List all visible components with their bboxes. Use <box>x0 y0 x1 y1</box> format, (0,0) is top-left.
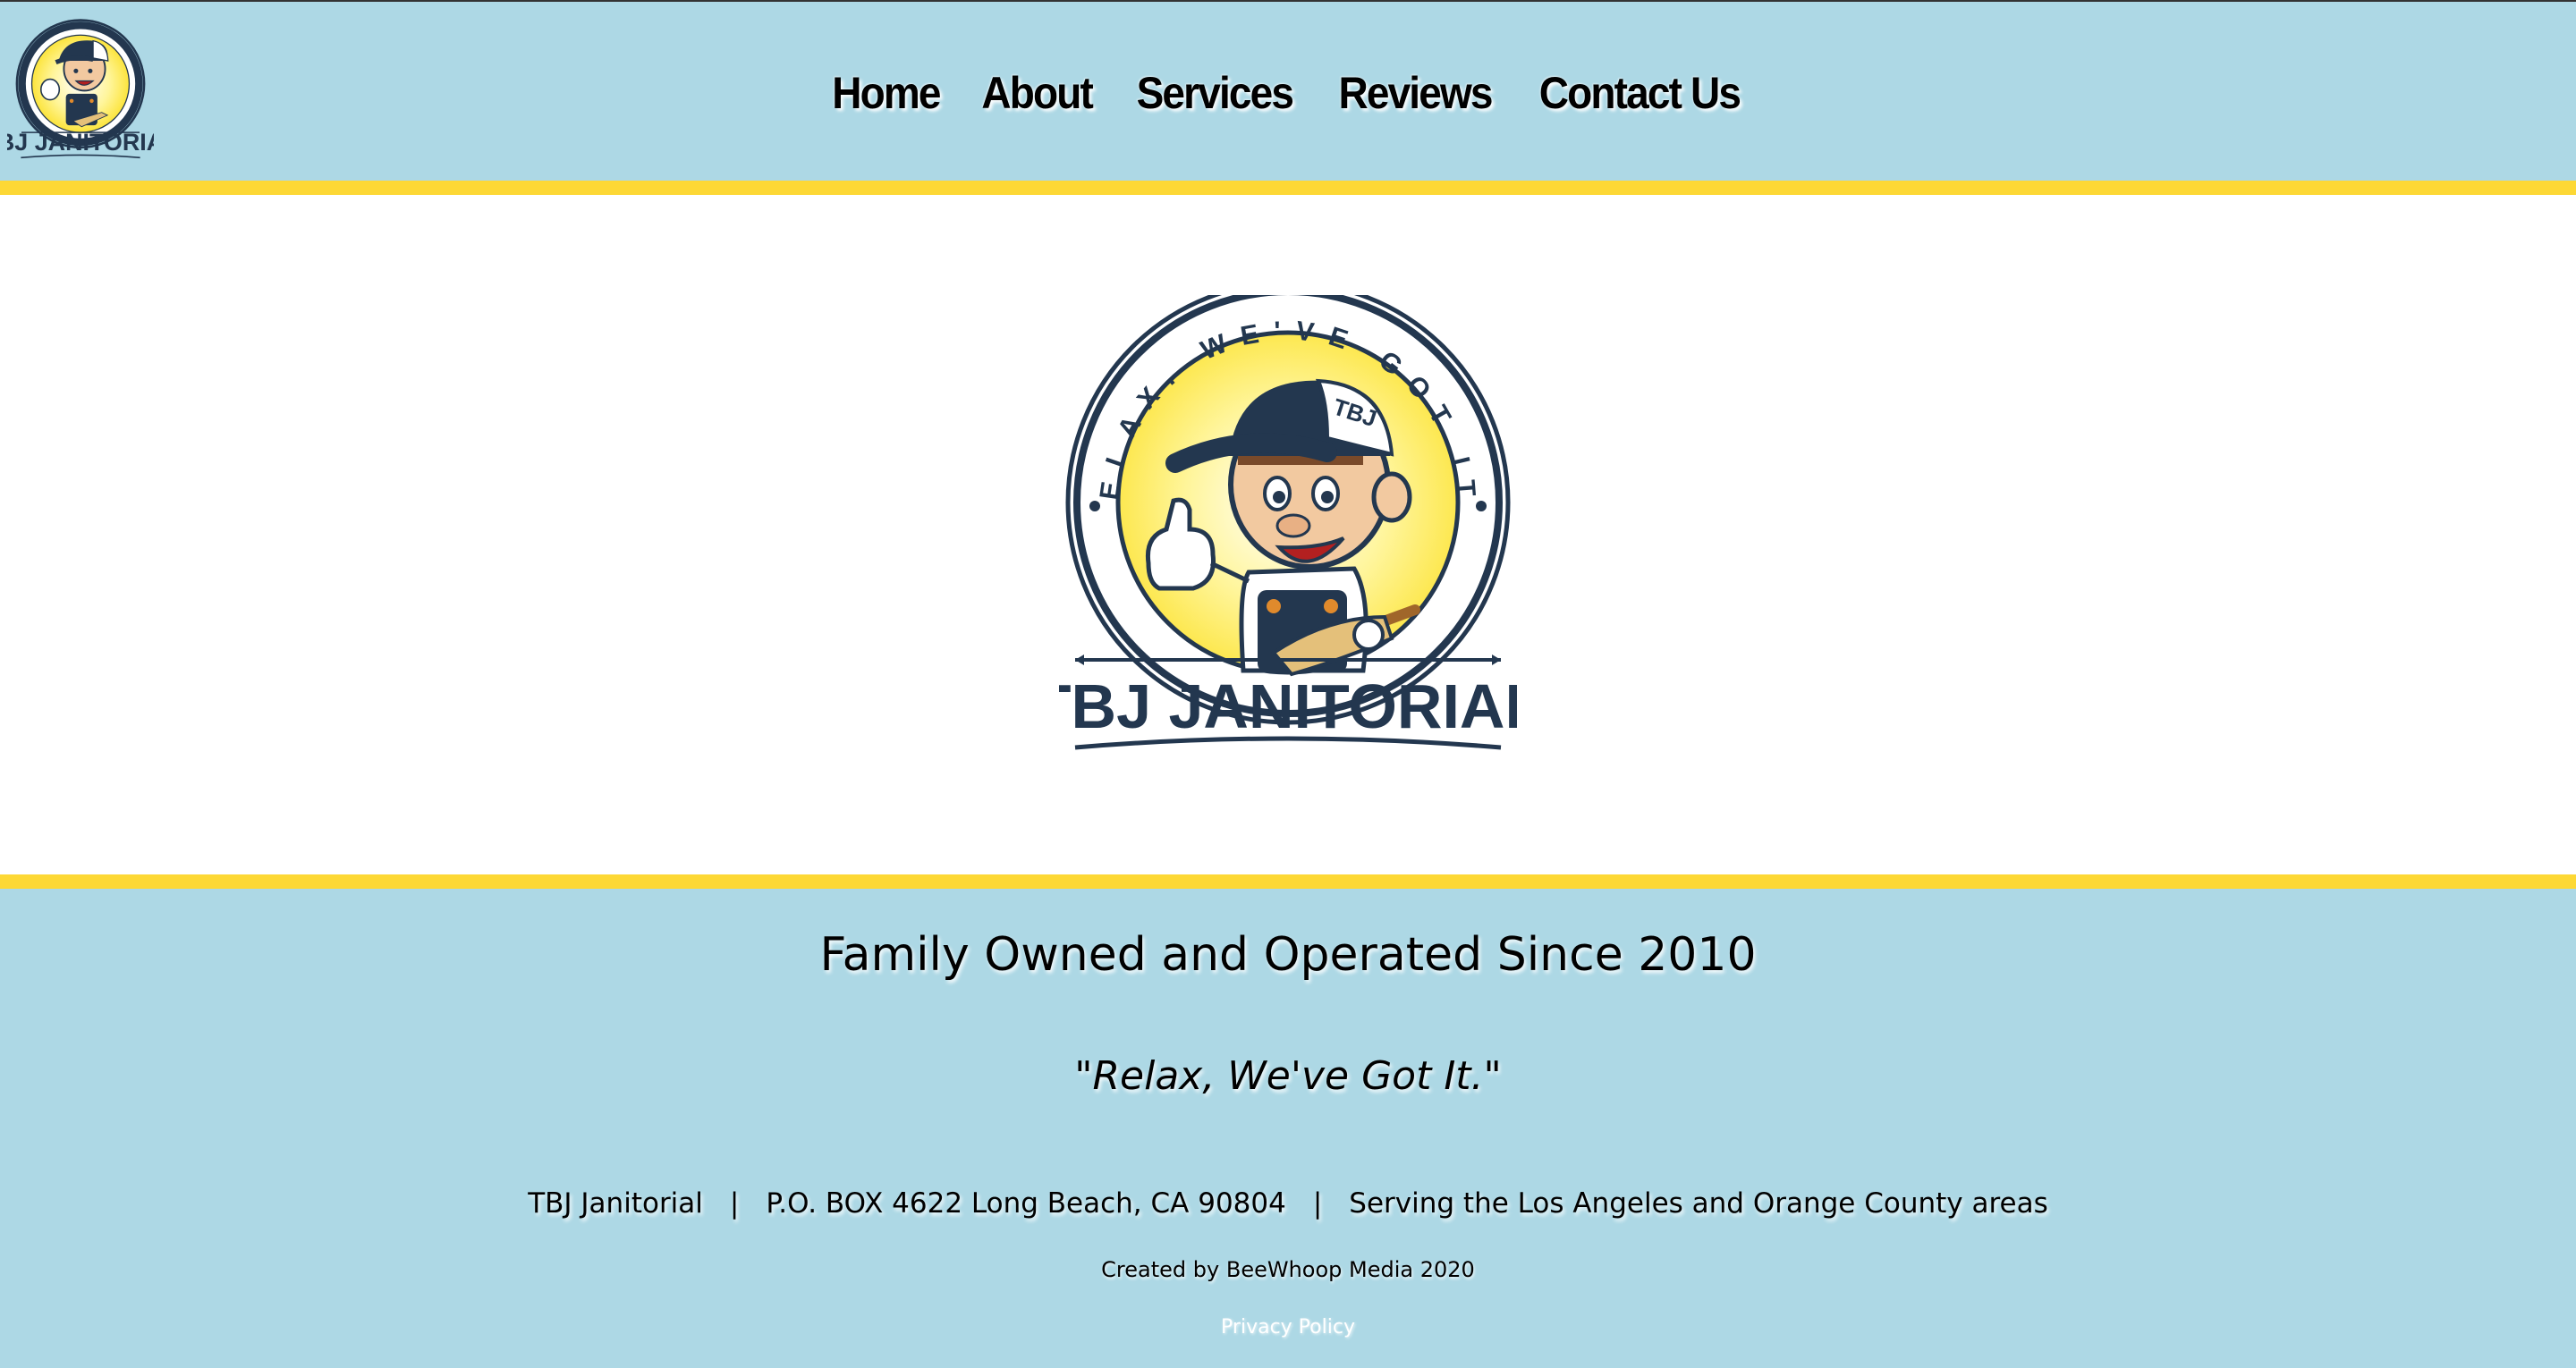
site-footer: Family Owned and Operated Since 2010 "Re… <box>0 889 2576 1368</box>
footer-contact-line: TBJ Janitorial | P.O. BOX 4622 Long Beac… <box>0 1187 2576 1220</box>
brand-text: TBJ JANITORIAL <box>1059 671 1517 741</box>
footer-motto: "Relax, We've Got It." <box>1074 1053 1502 1099</box>
main-nav: Home About Services Reviews Contact Us <box>0 57 2576 129</box>
separator: | <box>729 1187 740 1220</box>
hero-logo: RELAX. WE'VE GOT IT! TBJ <box>1033 272 1543 753</box>
hero-section: RELAX. WE'VE GOT IT! TBJ <box>0 195 2576 874</box>
site-header: TBJ JANITORIAL Home About Services Revie… <box>0 0 2576 181</box>
page: TBJ JANITORIAL Home About Services Revie… <box>0 0 2576 1368</box>
footer-tagline: Family Owned and Operated Since 2010 <box>819 928 1757 982</box>
mailing-address: P.O. BOX 4622 Long Beach, CA 90804 <box>766 1187 1286 1220</box>
privacy-policy-link[interactable]: Privacy Policy <box>0 1316 2576 1338</box>
service-area: Serving the Los Angeles and Orange Count… <box>1349 1187 2048 1220</box>
footer-divider-stripe <box>0 874 2576 889</box>
company-name: TBJ Janitorial <box>528 1187 703 1220</box>
nav-about[interactable]: About <box>980 57 1094 129</box>
mascot-badge-icon: RELAX. WE'VE GOT IT! TBJ <box>1033 272 1543 750</box>
nav-home[interactable]: Home <box>831 57 942 129</box>
footer-credit: Created by BeeWhoop Media 2020 <box>1101 1257 1475 1282</box>
nav-contact-us[interactable]: Contact Us <box>1538 57 1741 129</box>
separator: | <box>1312 1187 1323 1220</box>
header-divider-stripe <box>0 181 2576 195</box>
nav-services[interactable]: Services <box>1135 57 1294 129</box>
nav-reviews[interactable]: Reviews <box>1336 57 1493 129</box>
svg-text:TBJ JANITORIAL: TBJ JANITORIAL <box>7 129 154 156</box>
